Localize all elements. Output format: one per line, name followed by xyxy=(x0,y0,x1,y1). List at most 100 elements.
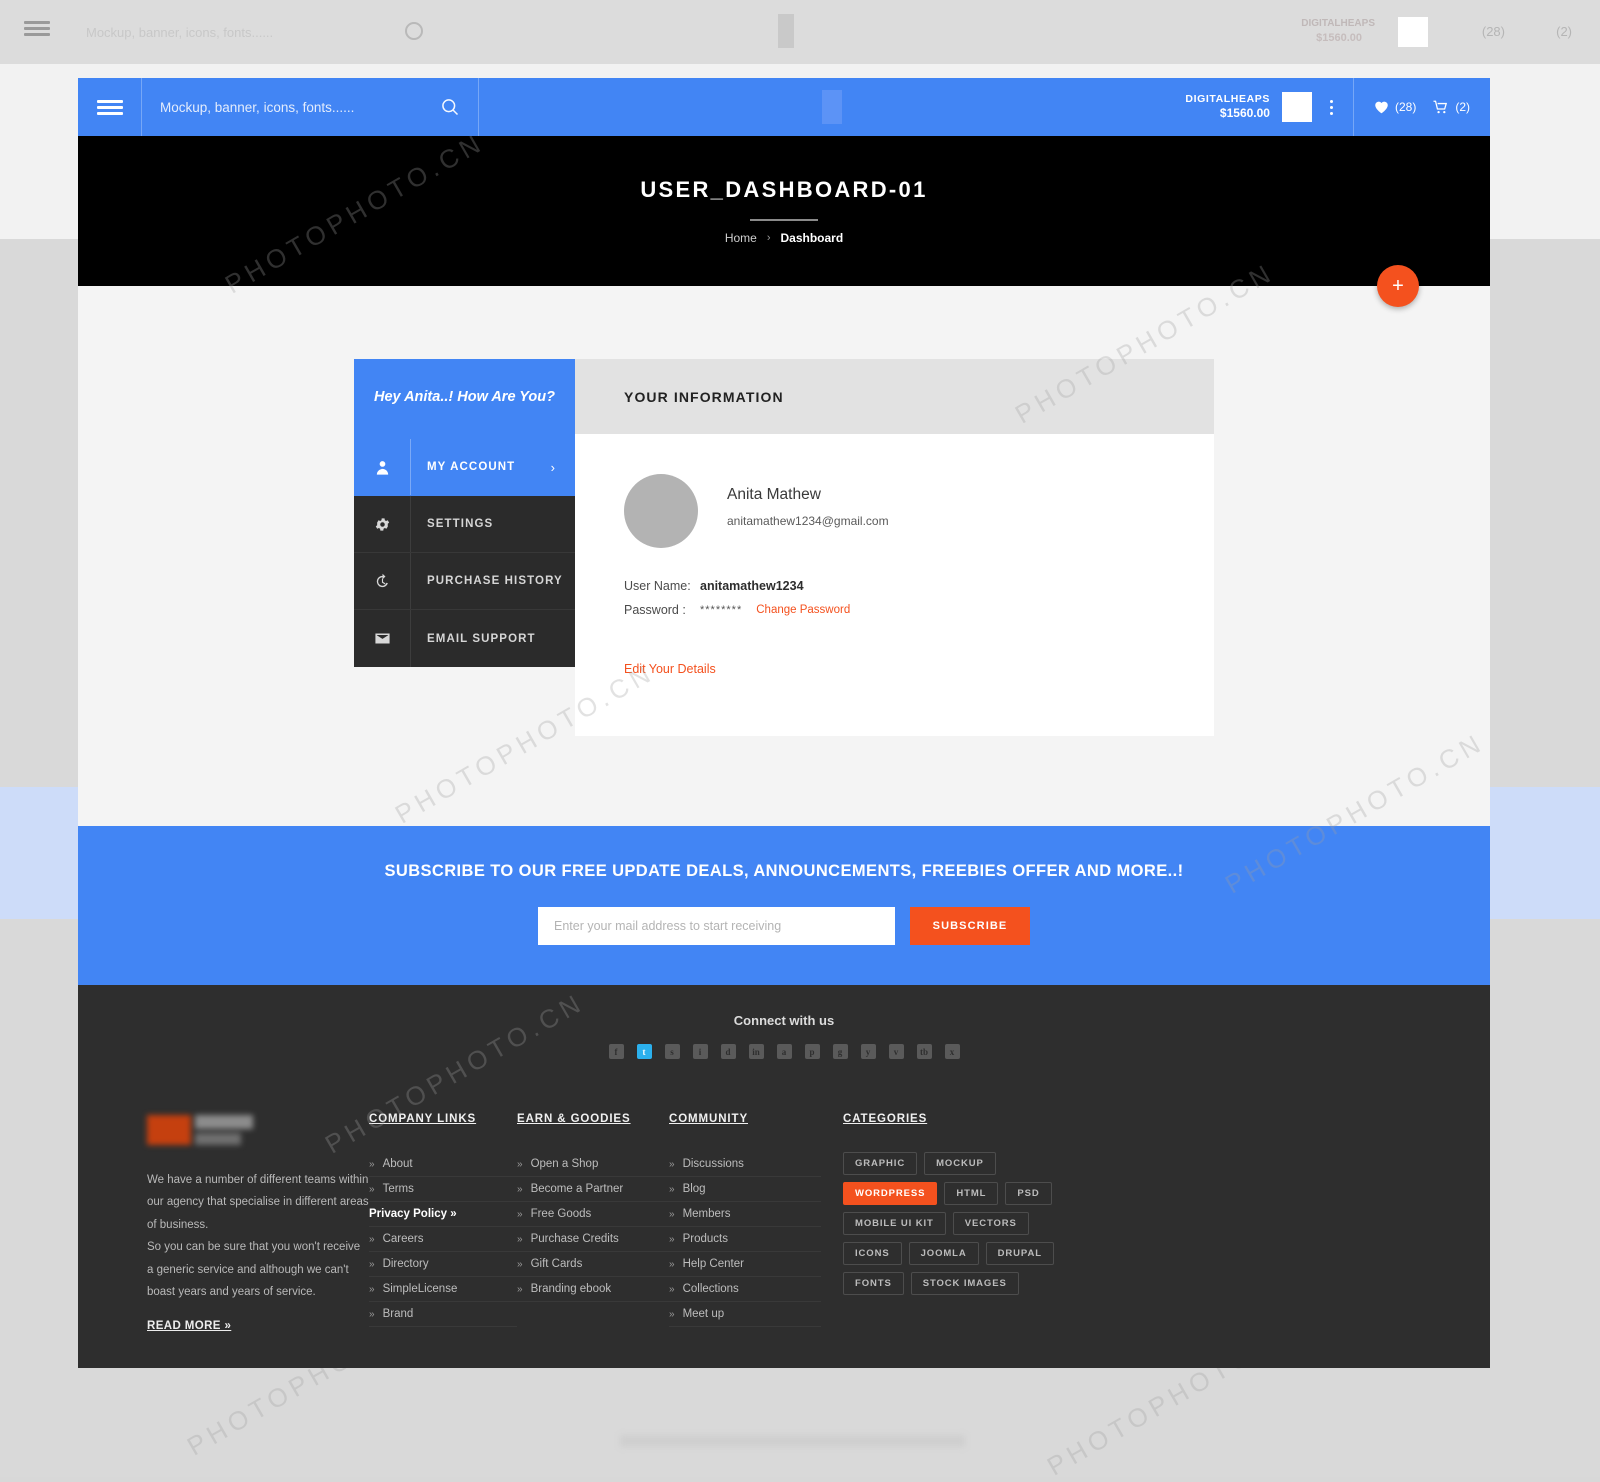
hamburger-icon xyxy=(97,97,123,118)
footer-link-simplelicense[interactable]: »SimpleLicense xyxy=(369,1277,517,1302)
profile-text: Anita Mathew anitamathew1234@gmail.com xyxy=(727,474,889,528)
link-label: Members xyxy=(683,1208,731,1220)
panel-title: YOUR INFORMATION xyxy=(624,389,784,405)
footer-columns: We have a number of different teams with… xyxy=(78,1059,1490,1334)
arrow-icon: » xyxy=(369,1234,375,1245)
subscribe-email-input[interactable] xyxy=(538,907,895,945)
arrow-icon: » xyxy=(669,1184,675,1195)
account-avatar[interactable] xyxy=(1282,92,1312,122)
username-row: User Name: anitamathew1234 xyxy=(624,579,1165,593)
footer-link-careers[interactable]: » Careers xyxy=(369,1227,517,1252)
background-burger-icon xyxy=(24,18,50,39)
logo-mark xyxy=(822,90,842,124)
link-label: Careers xyxy=(383,1233,424,1245)
footer-link-purchase-credits[interactable]: »Purchase Credits xyxy=(517,1227,669,1252)
background-search-icon xyxy=(405,22,423,40)
link-label: Become a Partner xyxy=(531,1183,624,1195)
account-summary[interactable]: DIGITALHEAPS $1560.00 xyxy=(1185,78,1353,136)
category-tag-joomla[interactable]: JOOMLA xyxy=(909,1242,979,1265)
arrow-icon: » xyxy=(517,1259,523,1270)
history-icon xyxy=(354,573,410,590)
footer-link-open-a-shop[interactable]: »Open a Shop xyxy=(517,1152,669,1177)
category-tag-mockup[interactable]: MOCKUP xyxy=(924,1152,996,1175)
footer-link-directory[interactable]: »Directory xyxy=(369,1252,517,1277)
menu-button[interactable] xyxy=(78,78,142,136)
link-label: Directory xyxy=(383,1258,429,1270)
edit-details-link[interactable]: Edit Your Details xyxy=(624,662,716,676)
dribbble-icon[interactable]: d xyxy=(721,1044,736,1059)
wishlist-count: (28) xyxy=(1395,100,1416,114)
footer-link-blog[interactable]: »Blog xyxy=(669,1177,821,1202)
add-button[interactable]: + xyxy=(1377,265,1419,307)
arrow-icon: » xyxy=(369,1184,375,1195)
google-plus-icon[interactable]: g xyxy=(833,1044,848,1059)
footer-column-title-community: COMMUNITY xyxy=(669,1113,821,1129)
category-tag-drupal[interactable]: DRUPAL xyxy=(986,1242,1054,1265)
footer-link-become-a-partner[interactable]: »Become a Partner xyxy=(517,1177,669,1202)
footer-link-discussions[interactable]: »Discussions xyxy=(669,1152,821,1177)
search-input[interactable] xyxy=(160,100,440,115)
sidebar-item-purchase-history[interactable]: PURCHASE HISTORY xyxy=(354,553,575,610)
change-password-link[interactable]: Change Password xyxy=(756,604,850,616)
tumblr-icon[interactable]: tb xyxy=(917,1044,932,1059)
link-label: SimpleLicense xyxy=(383,1283,458,1295)
footer-link-free-goods[interactable]: »Free Goods xyxy=(517,1202,669,1227)
more-options-icon[interactable] xyxy=(1324,100,1339,115)
footer-link-products[interactable]: »Products xyxy=(669,1227,821,1252)
read-more-link[interactable]: READ MORE » xyxy=(147,1320,231,1332)
category-tag-fonts[interactable]: FONTS xyxy=(843,1272,904,1295)
category-tag-html[interactable]: HTML xyxy=(944,1182,998,1205)
sidebar-item-settings[interactable]: SETTINGS xyxy=(354,496,575,553)
sidebar-item-my-account[interactable]: MY ACCOUNT › xyxy=(354,439,575,496)
apple-icon[interactable]: a xyxy=(777,1044,792,1059)
youtube-icon[interactable]: y xyxy=(861,1044,876,1059)
footer-link-collections[interactable]: »Collections xyxy=(669,1277,821,1302)
category-tag-graphic[interactable]: GRAPHIC xyxy=(843,1152,917,1175)
category-tag-psd[interactable]: PSD xyxy=(1005,1182,1051,1205)
footer-link-members[interactable]: »Members xyxy=(669,1202,821,1227)
footer-link-terms[interactable]: »Terms xyxy=(369,1177,517,1202)
cart-button[interactable]: (2) xyxy=(1432,100,1470,114)
category-tag-mobile-ui-kit[interactable]: MOBILE UI KIT xyxy=(843,1212,946,1235)
background-account-name: DIGITALHEAPS xyxy=(1301,18,1375,29)
arrow-icon: » xyxy=(517,1159,523,1170)
search-bar[interactable] xyxy=(142,78,479,136)
footer-link-privacy[interactable]: Privacy Policy » xyxy=(369,1202,517,1227)
pinterest-icon[interactable]: p xyxy=(805,1044,820,1059)
title-divider xyxy=(750,219,818,221)
site-logo[interactable] xyxy=(479,78,1185,136)
facebook-icon[interactable]: f xyxy=(609,1044,624,1059)
wishlist-button[interactable]: (28) xyxy=(1374,100,1416,114)
footer-link-about[interactable]: »About xyxy=(369,1152,517,1177)
footer-link-brand[interactable]: »Brand xyxy=(369,1302,517,1327)
footer-link-meet-up[interactable]: »Meet up xyxy=(669,1302,821,1327)
subscribe-button[interactable]: SUBSCRIBE xyxy=(910,907,1030,945)
footer-links-earn: »Open a Shop »Become a Partner »Free Goo… xyxy=(517,1152,669,1302)
category-tag-icons[interactable]: ICONS xyxy=(843,1242,902,1265)
instagram-icon[interactable]: i xyxy=(693,1044,708,1059)
vimeo-icon[interactable]: v xyxy=(889,1044,904,1059)
footer-link-branding-ebook[interactable]: »Branding ebook xyxy=(517,1277,669,1302)
sidebar-label-email-support: EMAIL SUPPORT xyxy=(410,610,575,667)
twitter-icon[interactable]: t xyxy=(637,1044,652,1059)
category-tag-wordpress[interactable]: WORDPRESS xyxy=(843,1182,937,1205)
breadcrumb-home[interactable]: Home xyxy=(725,231,757,245)
link-label: Help Center xyxy=(683,1258,744,1270)
xing-icon[interactable]: x xyxy=(945,1044,960,1059)
footer-logo xyxy=(147,1113,369,1147)
category-tag-stock-images[interactable]: STOCK IMAGES xyxy=(911,1272,1019,1295)
footer-link-gift-cards[interactable]: »Gift Cards xyxy=(517,1252,669,1277)
breadcrumb-current: Dashboard xyxy=(781,231,844,245)
background-account-amount: $1560.00 xyxy=(1316,32,1362,44)
avatar[interactable] xyxy=(624,474,698,548)
search-icon[interactable] xyxy=(440,97,460,117)
footer-link-help-center[interactable]: »Help Center xyxy=(669,1252,821,1277)
linkedin-icon[interactable]: in xyxy=(749,1044,764,1059)
sidebar-item-email-support[interactable]: EMAIL SUPPORT xyxy=(354,610,575,667)
cart-icon xyxy=(1432,100,1449,114)
link-label: Privacy Policy » xyxy=(369,1208,457,1220)
link-label: Branding ebook xyxy=(531,1283,612,1295)
skype-icon[interactable]: s xyxy=(665,1044,680,1059)
category-tag-vectors[interactable]: VECTORS xyxy=(953,1212,1029,1235)
username-label: User Name: xyxy=(624,579,700,593)
